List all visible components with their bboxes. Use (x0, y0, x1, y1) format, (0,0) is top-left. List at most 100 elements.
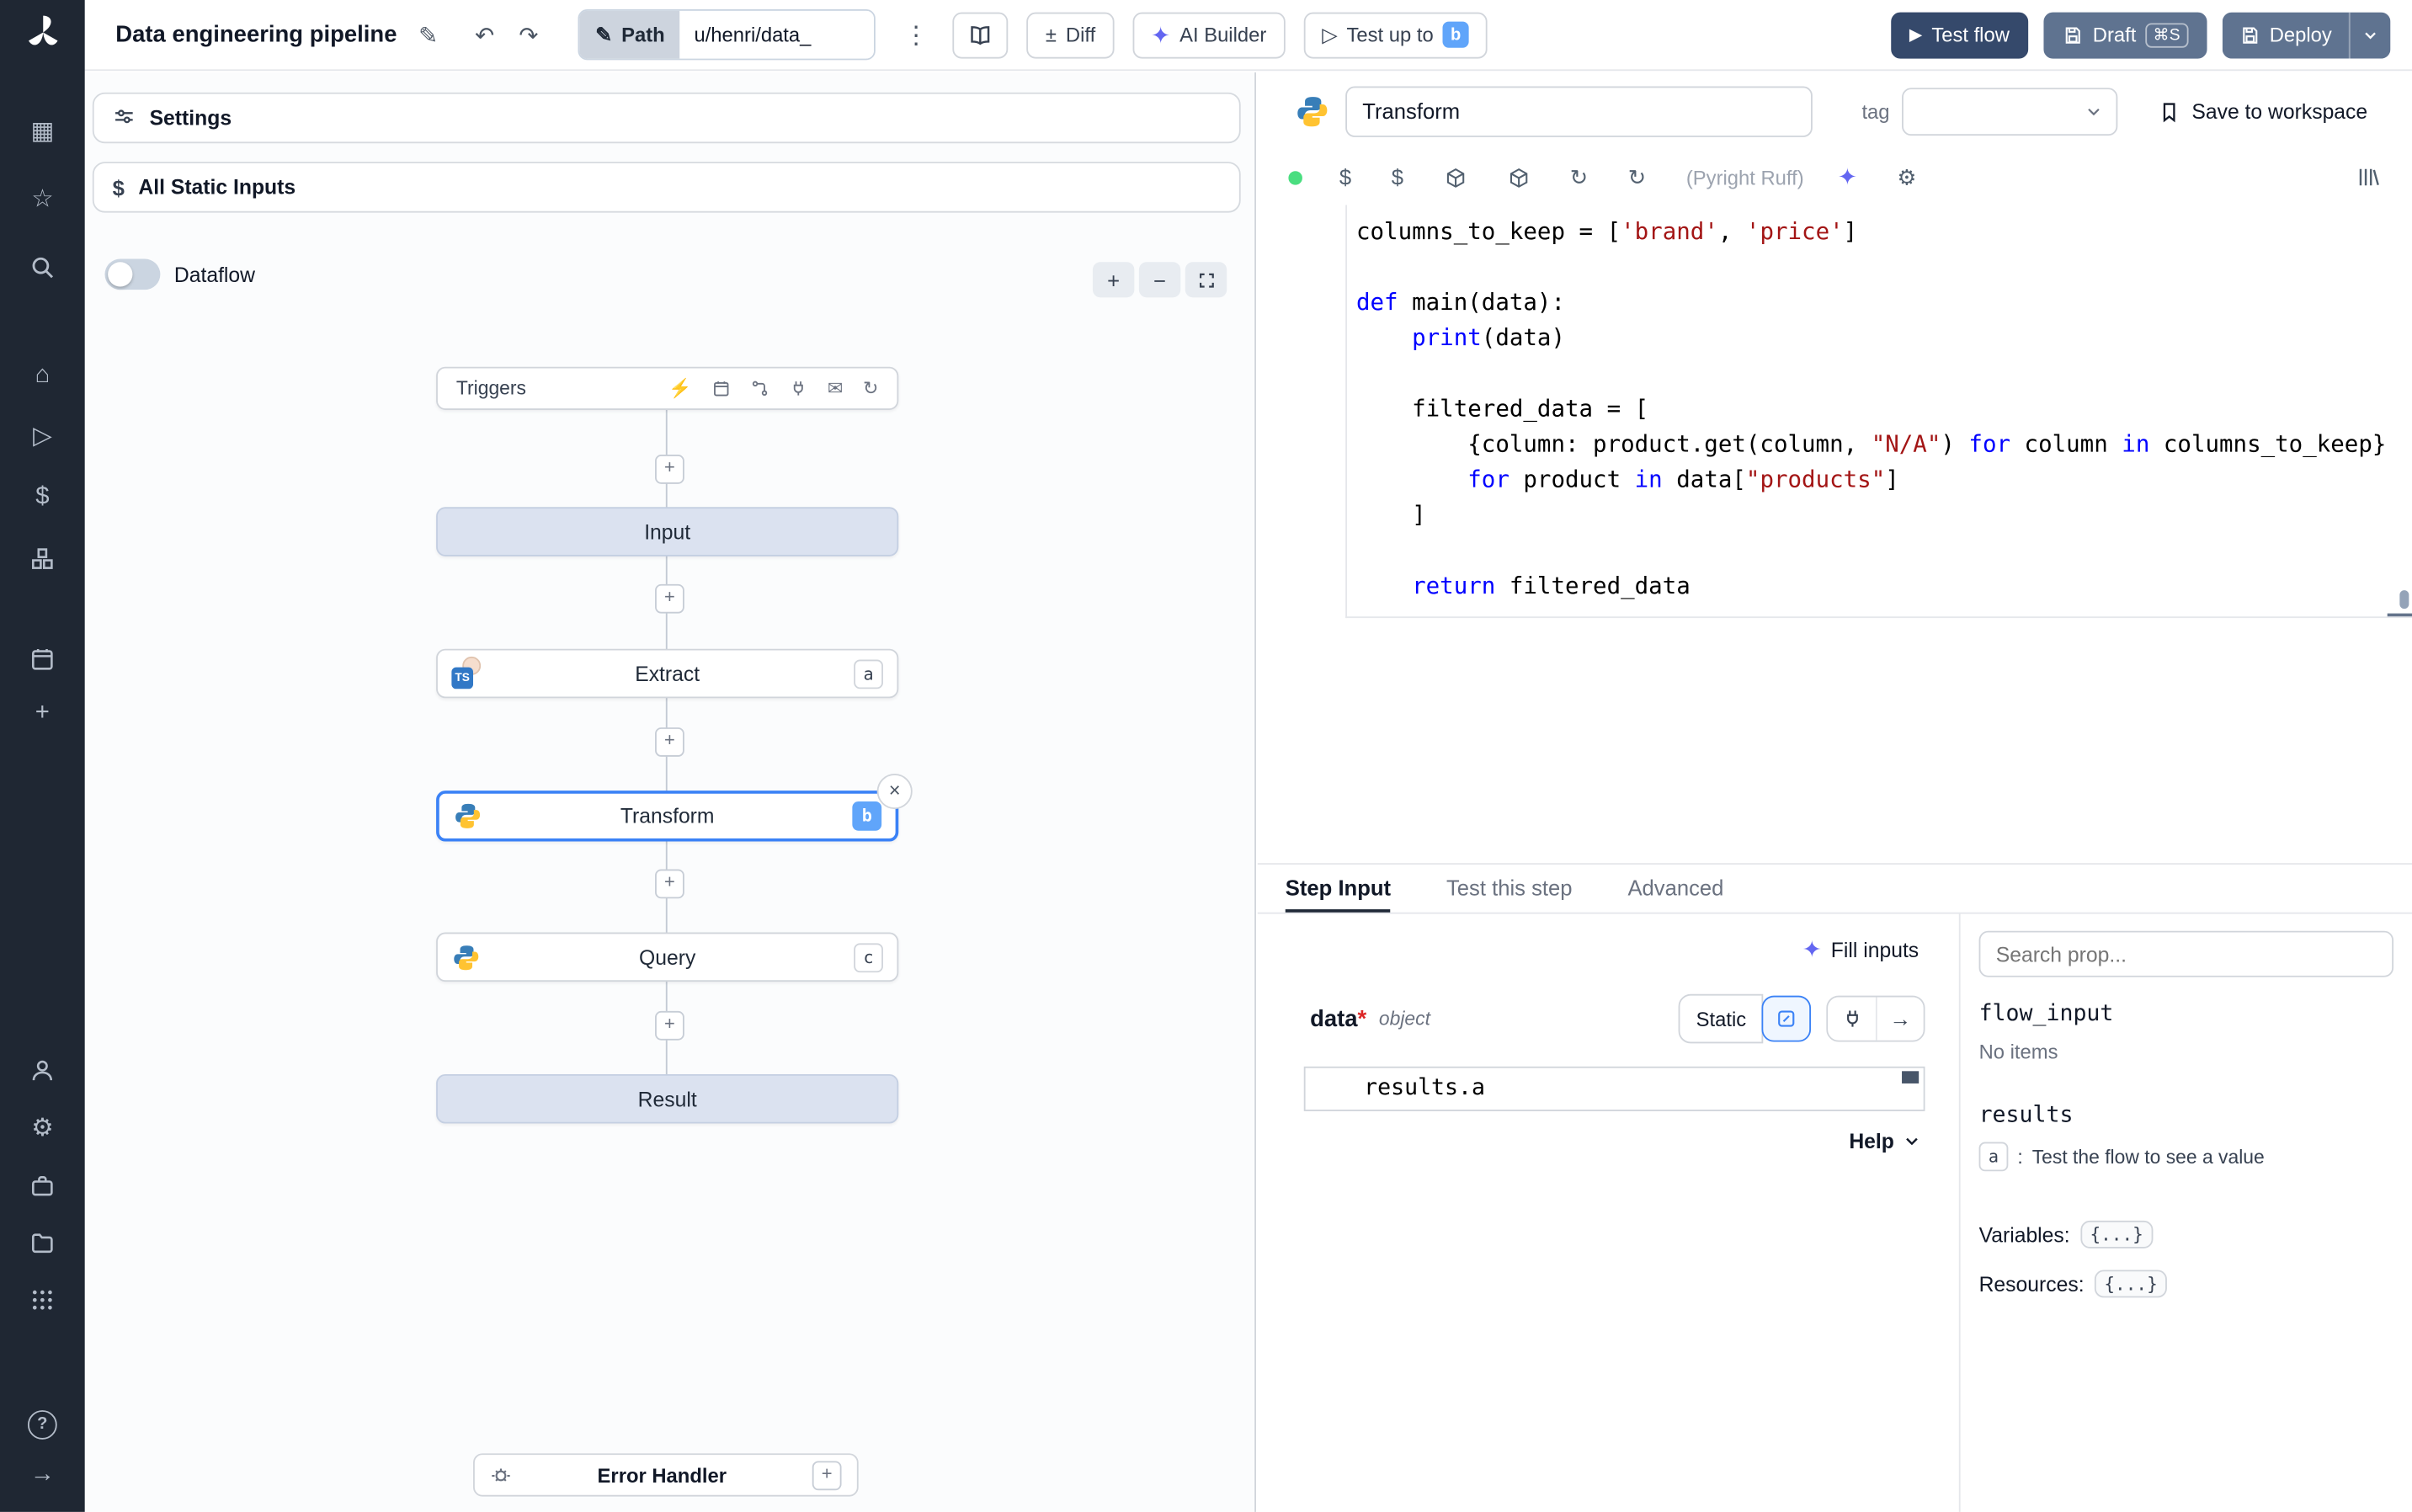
code-editor[interactable]: columns_to_keep = ['brand', 'price'] def… (1345, 205, 2412, 619)
ai-assistant-wand-icon[interactable]: ✦ (1838, 163, 1857, 191)
create-plus-icon[interactable]: + (0, 696, 85, 730)
editor-vertical-scrollbar[interactable] (2399, 590, 2409, 610)
add-step-connector-3[interactable]: + (655, 727, 684, 757)
variable-picker-icon[interactable]: $ (1339, 165, 1351, 189)
save-to-workspace-button[interactable]: Save to workspace (2158, 99, 2367, 123)
static-mode-button[interactable]: Static (1679, 993, 1764, 1044)
plug-connect-icon[interactable] (1828, 997, 1876, 1041)
resource-picker-icon[interactable]: $ (1392, 165, 1403, 189)
delete-step-close-icon[interactable]: × (876, 773, 913, 810)
mini-editor-scrollbar[interactable] (1902, 1071, 1919, 1083)
help-dropdown[interactable]: Help (1258, 1111, 1959, 1153)
dataflow-toggle[interactable] (104, 258, 161, 290)
more-options-kebab-icon[interactable]: ⋮ (897, 16, 934, 53)
add-step-connector-1[interactable]: + (655, 455, 684, 484)
windmill-logo[interactable] (0, 13, 85, 46)
result-item[interactable]: a : Test the flow to see a value (1978, 1142, 2393, 1172)
add-step-connector-4[interactable]: + (655, 869, 684, 899)
settings-gear-icon[interactable]: ⚙ (0, 1113, 85, 1147)
resources-row[interactable]: Resources: {...} (1979, 1270, 2393, 1298)
results-heading[interactable]: results (1979, 1104, 2393, 1128)
triggers-label: Triggers (455, 377, 526, 400)
play-icon: ▶ (1909, 26, 1923, 45)
schedules-icon[interactable] (0, 642, 85, 676)
apps-grid-icon[interactable]: ▦ (0, 115, 85, 149)
variables-value-badge[interactable]: {...} (2080, 1220, 2153, 1248)
settings-row[interactable]: Settings (92, 92, 1241, 144)
test-up-to-button[interactable]: ▷ Test up to b (1303, 11, 1488, 58)
page-title: Data engineering pipeline (115, 21, 397, 48)
ai-builder-button[interactable]: ✦ AI Builder (1132, 11, 1286, 58)
play-outline-icon: ▷ (1322, 22, 1338, 46)
websocket-icon[interactable] (789, 379, 807, 397)
workers-icon[interactable] (0, 1169, 85, 1203)
path-input[interactable] (679, 10, 875, 59)
package-icon[interactable] (1444, 166, 1467, 189)
diff-button[interactable]: ± Diff (1026, 11, 1115, 58)
tab-advanced[interactable]: Advanced (1627, 865, 1723, 913)
zoom-in-button[interactable]: + (1092, 262, 1135, 298)
deploy-button[interactable]: Deploy (2221, 11, 2349, 58)
draft-button[interactable]: Draft ⌘S (2043, 11, 2207, 58)
reset-icon[interactable]: ↻ (1628, 164, 1646, 190)
deploy-dropdown-chevron[interactable] (2348, 11, 2391, 58)
argument-value-editor[interactable]: results.a (1303, 1066, 1925, 1111)
undo-icon[interactable]: ↶ (469, 18, 501, 51)
editor-settings-gear-icon[interactable]: ⚙ (1898, 164, 1917, 190)
test-flow-button[interactable]: ▶ Test flow (1890, 11, 2028, 58)
flow-node-transform[interactable]: Transform b × (436, 773, 913, 842)
tab-test-this-step[interactable]: Test this step (1446, 865, 1573, 913)
add-step-connector-2[interactable]: + (655, 583, 684, 614)
folders-icon[interactable] (0, 1227, 85, 1260)
resources-icon[interactable] (0, 542, 85, 576)
flow-node-extract[interactable]: TS Extract a (436, 648, 899, 699)
email-trigger-icon[interactable]: ✉ (828, 378, 843, 400)
poll-trigger-icon[interactable]: ↻ (863, 378, 878, 400)
help-icon[interactable]: ? (0, 1406, 85, 1440)
flow-input-heading[interactable]: flow_input (1979, 1002, 2393, 1026)
flow-node-result[interactable]: Result (436, 1073, 899, 1124)
add-step-connector-5[interactable]: + (655, 1010, 684, 1041)
zoom-out-button[interactable]: − (1138, 262, 1181, 298)
runs-icon[interactable]: ▷ (0, 421, 85, 455)
tag-select[interactable] (1902, 87, 2118, 136)
error-handler-node[interactable]: Error Handler + (473, 1453, 859, 1497)
favorites-star-icon[interactable]: ☆ (0, 184, 85, 217)
fit-view-button[interactable] (1185, 262, 1227, 298)
topbar: Data engineering pipeline ✎ ↶ ↷ ✎ Path ⋮… (84, 0, 2412, 72)
triggers-node[interactable]: Triggers ⚡ ✉ ↻ (436, 366, 899, 410)
editor-mode-button[interactable] (1761, 995, 1812, 1042)
flow-node-input[interactable]: Input (436, 507, 899, 556)
tab-step-input[interactable]: Step Input (1285, 865, 1392, 913)
docs-book-button[interactable] (953, 11, 1009, 58)
apps-menu-icon[interactable] (0, 1284, 85, 1318)
resources-value-badge[interactable]: {...} (2095, 1270, 2167, 1298)
home-icon[interactable]: ⌂ (0, 359, 85, 393)
path-label-segment[interactable]: ✎ Path (579, 10, 680, 59)
collapse-sidebar-icon[interactable]: → (0, 1458, 85, 1492)
editor-horizontal-scrollbar[interactable] (2387, 613, 2412, 617)
edit-title-pencil-icon[interactable]: ✎ (413, 18, 445, 51)
reload-icon[interactable]: ↻ (1570, 164, 1588, 190)
bug-icon (490, 1464, 512, 1486)
insert-arrow-icon[interactable]: → (1875, 997, 1924, 1041)
add-error-handler-icon[interactable]: + (812, 1460, 842, 1490)
all-static-inputs-row[interactable]: $ All Static Inputs (92, 162, 1241, 213)
lint-assistants-label: (Pyright Ruff) (1685, 165, 1804, 189)
redo-icon[interactable]: ↷ (513, 18, 545, 51)
variables-row[interactable]: Variables: {...} (1979, 1220, 2393, 1248)
http-route-icon[interactable] (750, 379, 769, 397)
code-content[interactable]: columns_to_keep = ['brand', 'price'] def… (1347, 205, 2412, 604)
search-prop-input[interactable] (1978, 930, 2394, 977)
webhook-icon[interactable]: ⚡ (668, 378, 691, 400)
flow-node-query[interactable]: Query c (436, 932, 899, 982)
package-lock-icon[interactable] (1507, 166, 1530, 189)
fill-inputs-button[interactable]: ✦ Fill inputs (1258, 914, 1959, 963)
library-icon[interactable] (2356, 165, 2381, 189)
variables-icon[interactable]: $ (0, 481, 85, 514)
schedule-icon[interactable] (712, 379, 731, 397)
step-name-input[interactable] (1345, 85, 1813, 137)
users-icon[interactable] (0, 1054, 85, 1088)
search-icon[interactable] (0, 251, 85, 285)
argument-value[interactable]: results.a (1306, 1068, 1924, 1110)
